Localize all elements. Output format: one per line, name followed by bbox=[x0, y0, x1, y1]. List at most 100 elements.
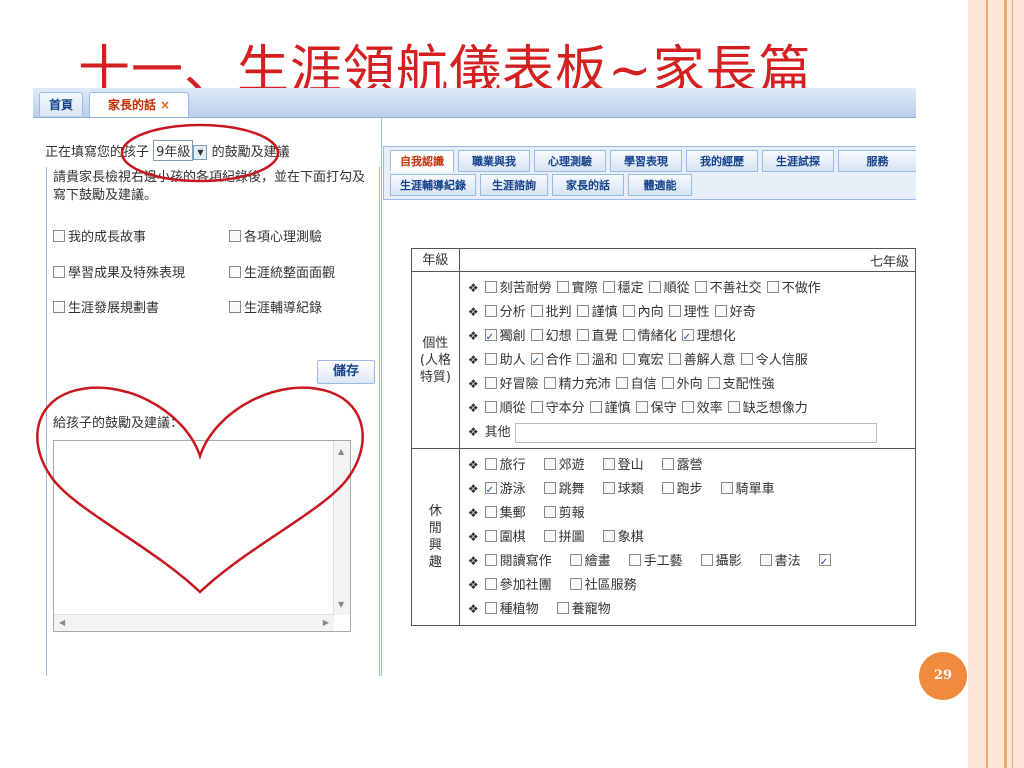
checkbox-option[interactable]: 幻想 bbox=[530, 329, 572, 344]
checkbox[interactable] bbox=[530, 350, 543, 374]
checkbox[interactable] bbox=[628, 554, 641, 566]
checkbox-option[interactable]: 順從 bbox=[484, 401, 526, 416]
checkbox[interactable] bbox=[484, 326, 497, 350]
checkbox[interactable] bbox=[681, 401, 694, 413]
tab-fitness[interactable]: 體適能 bbox=[628, 174, 692, 196]
checkbox[interactable] bbox=[661, 458, 674, 470]
checkbox[interactable] bbox=[556, 602, 569, 614]
checkbox[interactable] bbox=[484, 530, 497, 542]
checkbox[interactable] bbox=[229, 230, 241, 242]
checkbox-option[interactable]: 內向 bbox=[622, 305, 664, 320]
checkbox-option[interactable]: 情緒化 bbox=[622, 329, 677, 344]
checkbox[interactable] bbox=[484, 479, 497, 503]
option-career-overview[interactable]: 生涯統整面面觀 bbox=[229, 266, 361, 282]
checkbox[interactable] bbox=[229, 266, 241, 278]
checkbox[interactable] bbox=[556, 281, 569, 293]
checkbox-option[interactable]: 溫和 bbox=[576, 353, 618, 368]
checkbox-option[interactable]: 穩定 bbox=[602, 281, 644, 296]
checkbox[interactable] bbox=[759, 554, 772, 566]
tab-career-and-me[interactable]: 職業與我 bbox=[458, 150, 530, 172]
checkbox[interactable] bbox=[622, 305, 635, 317]
checkbox[interactable] bbox=[484, 401, 497, 413]
checkbox[interactable] bbox=[530, 329, 543, 341]
checkbox-option[interactable]: 批判 bbox=[530, 305, 572, 320]
tab-service[interactable]: 服務 bbox=[838, 150, 916, 172]
checkbox[interactable] bbox=[648, 281, 661, 293]
advice-textarea[interactable]: ▲ ▼ ◀ ▶ bbox=[53, 440, 351, 632]
checkbox[interactable] bbox=[484, 506, 497, 518]
checkbox-option[interactable]: 登山 bbox=[602, 458, 644, 473]
checkbox-option[interactable]: 游泳 bbox=[484, 479, 526, 503]
checkbox[interactable] bbox=[229, 301, 241, 313]
checkbox-option[interactable]: 不善社交 bbox=[694, 281, 762, 296]
checkbox[interactable] bbox=[484, 554, 497, 566]
chevron-down-icon[interactable]: ▼ bbox=[193, 145, 208, 160]
checkbox[interactable] bbox=[602, 281, 615, 293]
checkbox[interactable] bbox=[707, 377, 720, 389]
tab-career-explore[interactable]: 生涯試探 bbox=[762, 150, 834, 172]
checkbox-option[interactable]: 分析 bbox=[484, 305, 526, 320]
checkbox[interactable] bbox=[53, 230, 65, 242]
checkbox[interactable] bbox=[543, 530, 556, 542]
save-button[interactable]: 儲存 bbox=[317, 360, 375, 384]
checkbox-option[interactable]: 謹慎 bbox=[576, 305, 618, 320]
checkbox[interactable] bbox=[484, 578, 497, 590]
checkbox-option[interactable]: 好冒險 bbox=[484, 377, 539, 392]
checkbox[interactable] bbox=[602, 530, 615, 542]
checkbox-option[interactable]: 拼圖 bbox=[543, 530, 585, 545]
tab-psych-tests[interactable]: 心理測驗 bbox=[534, 150, 606, 172]
checkbox-option[interactable]: 攝影 bbox=[700, 554, 742, 569]
checkbox[interactable] bbox=[576, 329, 589, 341]
checkbox-option[interactable]: 理性 bbox=[668, 305, 710, 320]
scroll-left-icon[interactable]: ◀ bbox=[59, 618, 65, 627]
checkbox-option[interactable]: 象棋 bbox=[602, 530, 644, 545]
checkbox-option[interactable]: 騎單車 bbox=[720, 482, 775, 497]
option-growth-story[interactable]: 我的成長故事 bbox=[53, 230, 146, 246]
checkbox-option[interactable]: 保守 bbox=[635, 401, 677, 416]
option-career-plan[interactable]: 生涯發展規劃書 bbox=[53, 301, 159, 317]
checkbox-option[interactable]: 好奇 bbox=[714, 305, 756, 320]
close-icon[interactable]: × bbox=[160, 98, 170, 112]
checkbox-option[interactable]: 社區服務 bbox=[569, 578, 637, 593]
checkbox-option[interactable]: 直覺 bbox=[576, 329, 618, 344]
checkbox[interactable] bbox=[484, 281, 497, 293]
checkbox-option[interactable]: 外向 bbox=[661, 377, 703, 392]
checkbox[interactable] bbox=[576, 353, 589, 365]
checkbox[interactable] bbox=[714, 305, 727, 317]
checkbox[interactable] bbox=[543, 377, 556, 389]
checkbox-option[interactable]: 支配性強 bbox=[707, 377, 775, 392]
checkbox[interactable] bbox=[53, 301, 65, 313]
tab-home[interactable]: 首頁 bbox=[39, 92, 83, 116]
checkbox[interactable] bbox=[543, 458, 556, 470]
checkbox[interactable] bbox=[530, 305, 543, 317]
option-guidance-record[interactable]: 生涯輔導紀錄 bbox=[229, 301, 322, 317]
checkbox-option[interactable]: 善解人意 bbox=[668, 353, 736, 368]
checkbox-option[interactable]: 助人 bbox=[484, 353, 526, 368]
checkbox[interactable] bbox=[661, 377, 674, 389]
checkbox[interactable] bbox=[766, 281, 779, 293]
checkbox[interactable] bbox=[53, 266, 65, 278]
checkbox-option[interactable]: 理想化 bbox=[681, 326, 736, 350]
option-psych-tests[interactable]: 各項心理測驗 bbox=[229, 230, 322, 246]
checkbox-option[interactable]: 刻苦耐勞 bbox=[484, 281, 552, 296]
checkbox-option[interactable]: 獨創 bbox=[484, 326, 526, 350]
checkbox[interactable] bbox=[484, 377, 497, 389]
checkbox-option[interactable]: 效率 bbox=[681, 401, 723, 416]
checkbox[interactable] bbox=[668, 305, 681, 317]
checkbox-option[interactable]: 不做作 bbox=[766, 281, 821, 296]
scroll-down-icon[interactable]: ▼ bbox=[338, 600, 344, 609]
checkbox-option[interactable] bbox=[818, 551, 834, 575]
tab-learning[interactable]: 學習表現 bbox=[610, 150, 682, 172]
scroll-right-icon[interactable]: ▶ bbox=[323, 618, 329, 627]
checkbox-option[interactable]: 郊遊 bbox=[543, 458, 585, 473]
checkbox[interactable] bbox=[569, 554, 582, 566]
checkbox-option[interactable]: 順從 bbox=[648, 281, 690, 296]
checkbox[interactable] bbox=[484, 305, 497, 317]
option-achievements[interactable]: 學習成果及特殊表現 bbox=[53, 266, 213, 282]
checkbox[interactable] bbox=[635, 401, 648, 413]
checkbox[interactable] bbox=[668, 353, 681, 365]
tab-guidance-record[interactable]: 生涯輔導紀錄 bbox=[390, 174, 476, 196]
checkbox-option[interactable]: 書法 bbox=[759, 554, 801, 569]
horizontal-scrollbar[interactable]: ◀ ▶ bbox=[54, 614, 334, 631]
checkbox[interactable] bbox=[576, 305, 589, 317]
